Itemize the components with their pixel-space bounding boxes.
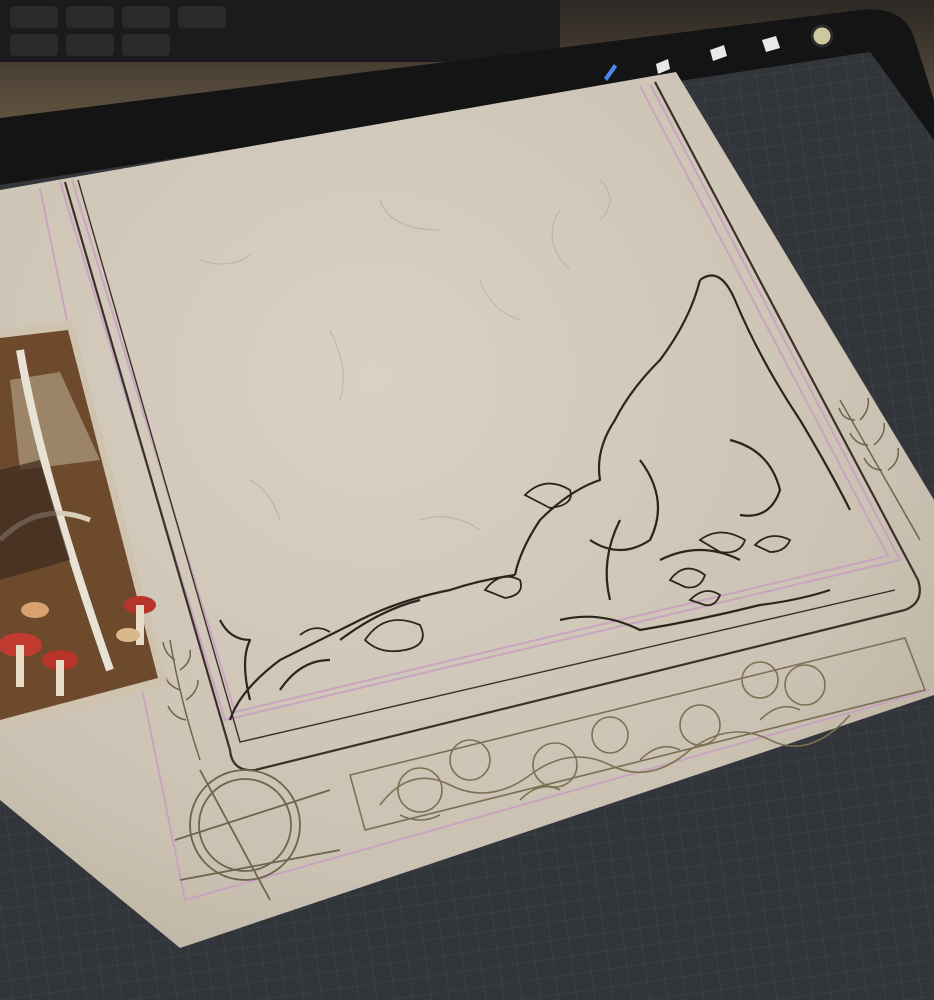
photo-scene [0,0,934,1000]
keyboard [0,0,560,62]
color-icon[interactable] [810,24,834,48]
